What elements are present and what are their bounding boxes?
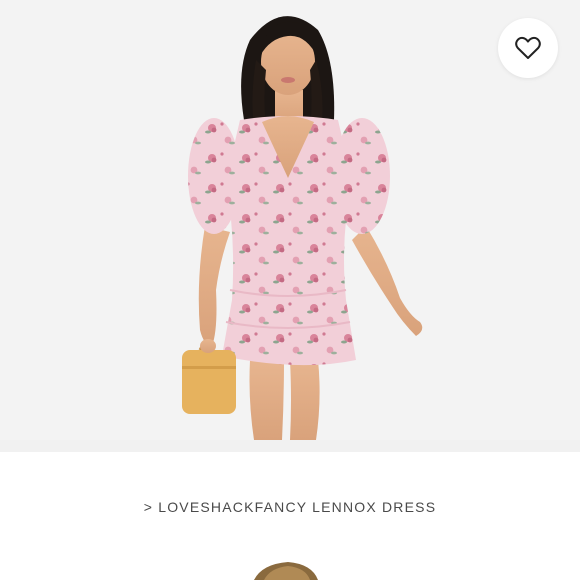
section-divider bbox=[0, 440, 580, 452]
model-illustration bbox=[0, 0, 580, 440]
product-title: LOVESHACKFANCY LENNOX DRESS bbox=[158, 499, 437, 515]
product-title-row: > LOVESHACKFANCY LENNOX DRESS bbox=[0, 452, 580, 562]
heart-outline-icon bbox=[515, 36, 541, 59]
next-image-preview bbox=[0, 562, 580, 580]
favorite-button[interactable] bbox=[498, 18, 558, 78]
product-image[interactable] bbox=[0, 0, 580, 440]
next-product-image[interactable] bbox=[0, 562, 580, 580]
product-screen: > LOVESHACKFANCY LENNOX DRESS bbox=[0, 0, 580, 580]
product-title-link[interactable]: > LOVESHACKFANCY LENNOX DRESS bbox=[144, 499, 436, 515]
chevron-right-icon: > bbox=[143, 499, 159, 515]
